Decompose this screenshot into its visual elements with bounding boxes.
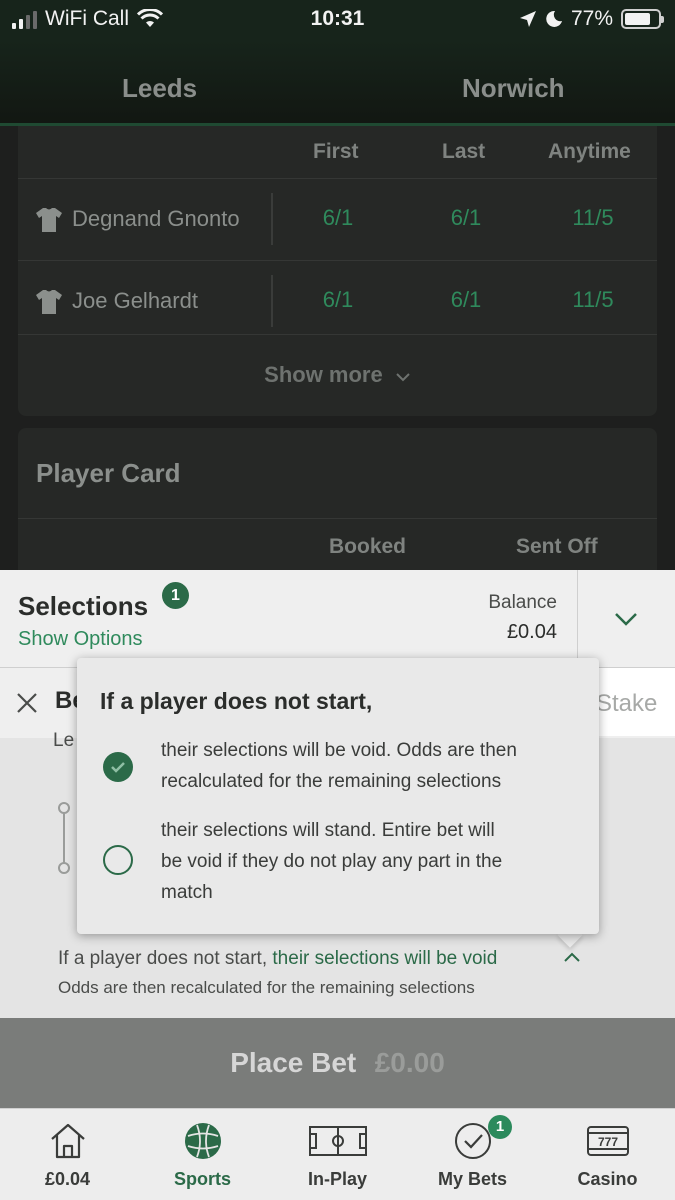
odds-anytime[interactable]: 11/5 [553, 205, 633, 231]
odds-last[interactable]: 6/1 [426, 205, 506, 231]
selections-title: Selections [18, 591, 149, 621]
check-icon [111, 762, 125, 773]
nav-sports[interactable]: Sports [135, 1109, 270, 1200]
scorer-market-card: First Last Anytime Degnand Gnonto 6/1 6/… [18, 126, 657, 416]
player-name: Degnand Gnonto [72, 206, 240, 231]
place-bet-label: Place Bet [230, 1047, 357, 1078]
option-stand-line2: be void if they do not play any part in … [161, 851, 503, 872]
void-rule-popover: If a player does not start, their select… [77, 658, 599, 934]
place-bet-button[interactable]: Place Bet £0.00 [0, 1018, 675, 1108]
column-header-booked: Booked [329, 535, 407, 558]
odds-last[interactable]: 6/1 [426, 287, 506, 313]
void-rule-prefix: If a player does not start, [58, 948, 268, 969]
nav-label: £0.04 [44, 1169, 91, 1189]
balance-value: £0.04 [506, 621, 557, 643]
football-icon [184, 1123, 221, 1159]
battery-icon [621, 9, 664, 29]
team-away[interactable]: Norwich [462, 73, 565, 104]
moon-icon [546, 10, 562, 27]
option-stand-text[interactable]: their selections will stand. Entire bet … [161, 815, 581, 908]
option-stand-line3: match [161, 882, 213, 903]
selection-connector [58, 802, 70, 874]
shirt-icon [36, 208, 62, 232]
option-void-text[interactable]: their selections will be void. Odds are … [161, 735, 581, 797]
radio-stand[interactable] [103, 845, 133, 875]
table-row: Joe Gelhardt 6/1 6/1 11/5 [18, 260, 657, 342]
void-rule-link[interactable]: their selections will be void [272, 948, 497, 969]
nav-my-bets[interactable]: 1 My Bets [405, 1109, 540, 1200]
check-circle-icon [454, 1123, 491, 1159]
option-void-line1: their selections will be void. Odds are … [161, 740, 517, 761]
column-header-sent-off: Sent Off [516, 535, 598, 558]
bottom-nav: £0.04 Sports In-Play 1 My Bets 777 Casin… [0, 1108, 675, 1200]
option-stand-line1: their selections will stand. Entire bet … [161, 820, 495, 841]
balance-label: Balance [488, 592, 557, 613]
odds-first[interactable]: 6/1 [298, 205, 378, 231]
status-bar: WiFi Call 10:31 77% [0, 0, 675, 40]
nav-label: In-Play [307, 1169, 368, 1189]
chevron-down-icon [396, 373, 410, 382]
show-more-button[interactable]: Show more [18, 362, 657, 388]
location-icon [519, 11, 536, 27]
my-bets-badge: 1 [488, 1115, 512, 1139]
shirt-icon [36, 290, 62, 314]
slot-machine-icon: 777 [586, 1126, 629, 1156]
pitch-icon [308, 1126, 367, 1156]
nav-in-play[interactable]: In-Play [270, 1109, 405, 1200]
home-icon [50, 1123, 85, 1159]
option-void-line2: recalculated for the remaining selection… [161, 771, 502, 792]
radio-void-selected[interactable] [103, 752, 133, 782]
odds-first[interactable]: 6/1 [298, 287, 378, 313]
team-header: Leeds Norwich [0, 40, 675, 126]
chevron-up-icon[interactable] [563, 950, 581, 964]
player-card-market: Player Card Booked Sent Off [18, 428, 657, 588]
odds-anytime[interactable]: 11/5 [553, 287, 633, 313]
collapse-betslip-button[interactable] [577, 570, 675, 668]
stake-placeholder: Stake [596, 690, 658, 717]
chevron-down-icon [615, 613, 637, 626]
svg-text:777: 777 [597, 1135, 617, 1149]
team-home[interactable]: Leeds [122, 73, 197, 104]
column-header-first: First [313, 140, 359, 163]
nav-casino[interactable]: 777 Casino [540, 1109, 675, 1200]
nav-home[interactable]: £0.04 [0, 1109, 135, 1200]
void-rule-description: Odds are then recalculated for the remai… [58, 978, 475, 997]
show-more-label: Show more [264, 362, 383, 387]
column-header-anytime: Anytime [548, 140, 631, 163]
bet-slip-header: Selections 1 Show Options Balance £0.04 [0, 570, 675, 668]
popover-title: If a player does not start, [100, 688, 373, 714]
nav-label: My Bets [437, 1169, 508, 1189]
bet-subtitle: Le [53, 730, 75, 751]
selections-count-badge: 1 [162, 582, 189, 609]
place-bet-amount: £0.00 [374, 1047, 445, 1078]
nav-label: Casino [577, 1169, 638, 1189]
market-title: Player Card [36, 458, 181, 488]
table-row: Degnand Gnonto 6/1 6/1 11/5 [18, 178, 657, 260]
close-icon[interactable] [16, 692, 38, 714]
nav-label: Sports [173, 1169, 231, 1189]
player-name: Joe Gelhardt [72, 288, 198, 313]
column-header-last: Last [442, 140, 486, 163]
show-options-link[interactable]: Show Options [18, 628, 143, 651]
battery-percent: 77% [570, 7, 613, 30]
void-rule-toggle[interactable]: If a player does not start, their select… [58, 948, 497, 970]
